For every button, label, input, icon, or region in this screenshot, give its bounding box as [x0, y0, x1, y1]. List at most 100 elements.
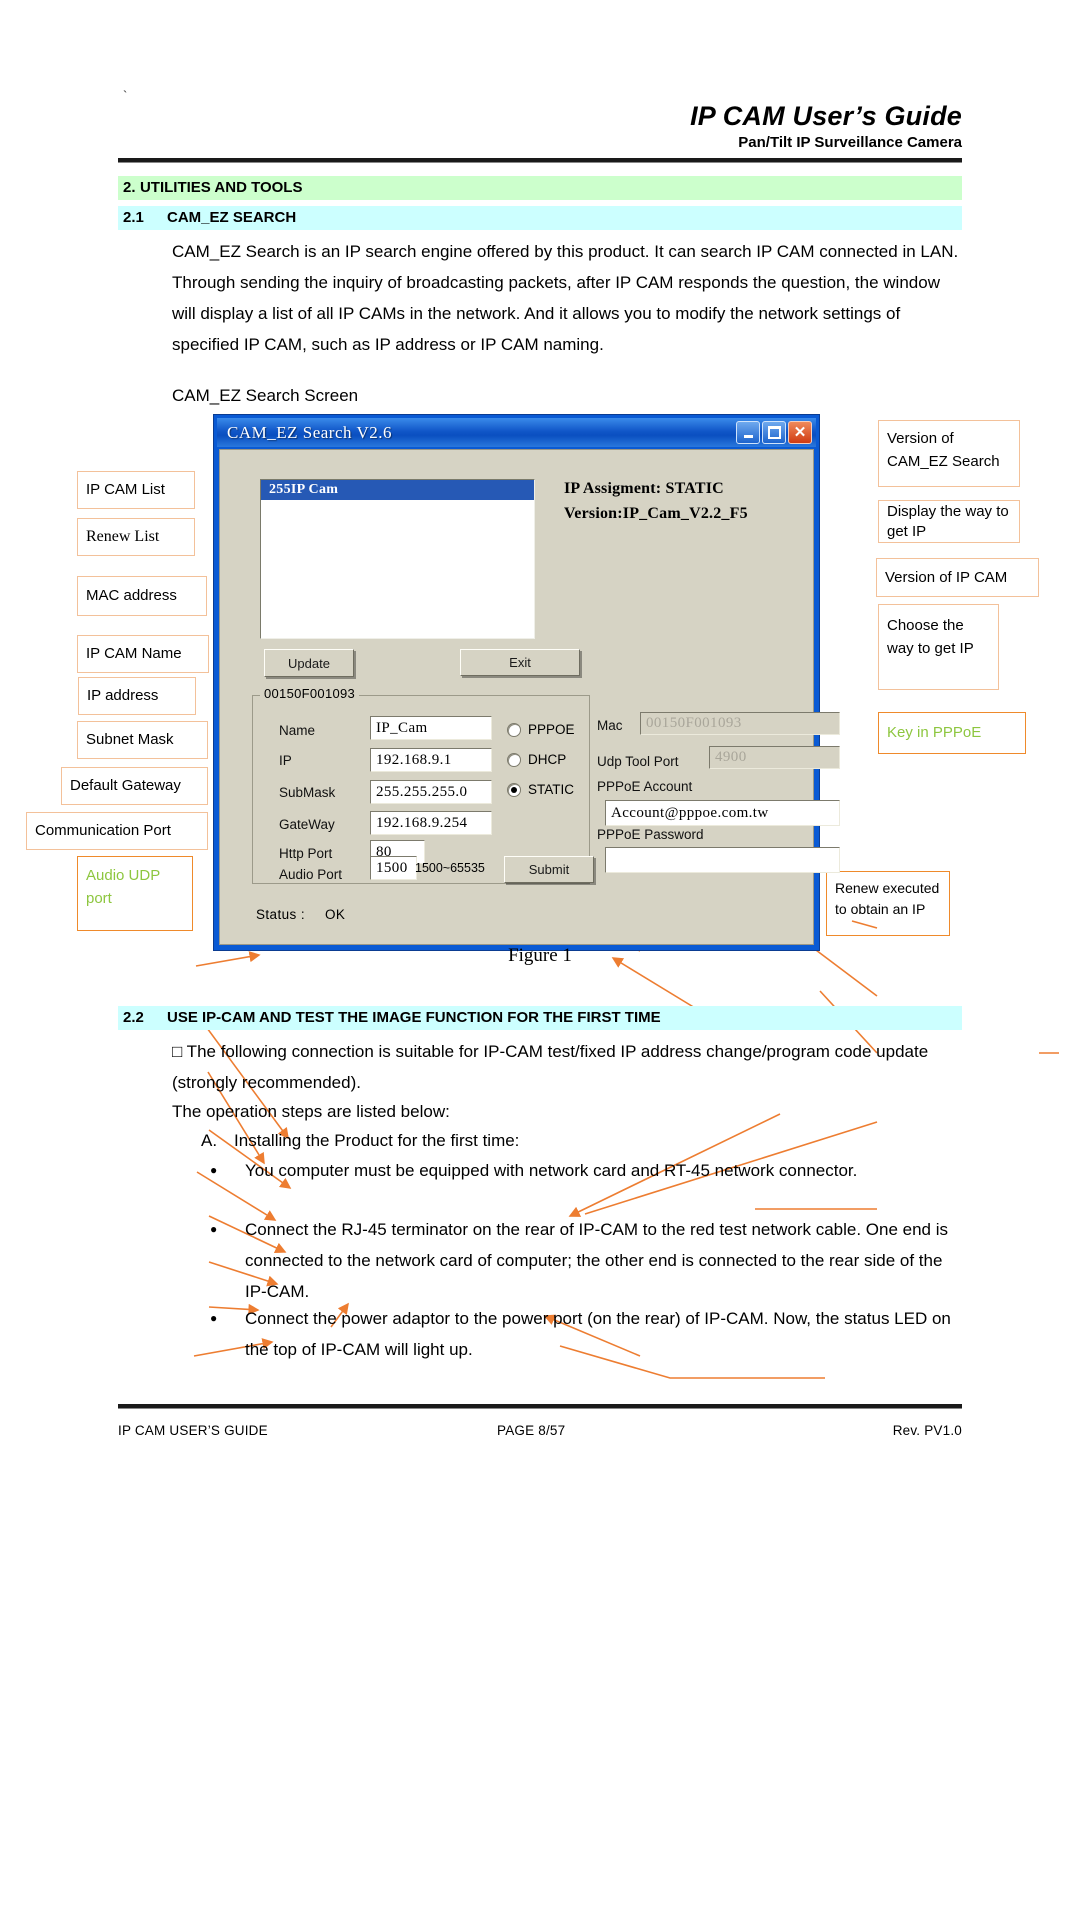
- callout-label: Choose the way to get IP: [887, 617, 974, 657]
- callout-label: IP CAM Name: [86, 645, 182, 663]
- window-client-area: 255IP Cam IP Assigment: STATIC Version:I…: [219, 449, 840, 945]
- callout-choose-way-to-get-ip: Choose the way to get IP: [878, 604, 999, 690]
- name-label: Name: [279, 723, 316, 738]
- section-2-1-title-rest: SEARCH: [232, 209, 297, 226]
- section-heading-2-2: 2.2 USE IP-CAM AND TEST THE IMAGE FUNCTIO…: [118, 1006, 962, 1030]
- groupbox-legend-mac: 00150F001093: [260, 686, 360, 701]
- callout-renew-list: Renew List: [77, 518, 195, 556]
- footer-divider: [118, 1404, 962, 1409]
- callout-ip-cam-list: IP CAM List: [77, 471, 195, 509]
- name-input[interactable]: IP_Cam: [370, 716, 492, 740]
- paragraph-2-2-intro: □ The following connection is suitable f…: [172, 1042, 929, 1092]
- document-title: IP CAM User’s Guide: [690, 101, 962, 131]
- list-item: Connect the power adaptor to the power p…: [210, 1303, 962, 1365]
- callout-subnet-mask: Subnet Mask: [77, 721, 208, 759]
- ip-input[interactable]: 192.168.9.1: [370, 748, 492, 772]
- list-item: You computer must be equipped with netwo…: [210, 1155, 962, 1186]
- section-2-1-title-main: CAM_EZ: [167, 209, 233, 226]
- section-heading-2-1: 2.1 CAM_EZ SEARCH: [118, 206, 962, 230]
- footer-revision: Rev. PV1.0: [892, 1423, 962, 1438]
- http-port-label: Http Port: [279, 846, 333, 861]
- callout-label: Default Gateway: [70, 777, 181, 795]
- intro-paragraph: CAM_EZ Search is an IP search engine off…: [172, 242, 959, 354]
- callout-ip-cam-name: IP CAM Name: [77, 635, 209, 673]
- section-2-1-number: 2.1: [123, 209, 144, 226]
- pppoe-password-input[interactable]: [605, 847, 840, 873]
- radio-dhcp[interactable]: DHCP: [507, 752, 566, 767]
- exit-button[interactable]: Exit: [460, 649, 580, 676]
- radio-pppoe-indicator[interactable]: [507, 722, 521, 737]
- gateway-input[interactable]: 192.168.9.254: [370, 811, 492, 835]
- submask-input[interactable]: 255.255.255.0: [370, 780, 492, 804]
- audio-port-input[interactable]: 1500: [370, 856, 417, 880]
- status-value: OK: [324, 907, 346, 922]
- section-2-2-title-main: USE IP-CAM: [167, 1009, 259, 1026]
- paragraph-step-a: A. Installing the Product for the first …: [201, 1131, 520, 1150]
- gateway-label: GateWay: [279, 817, 335, 832]
- callout-label: MAC address: [86, 587, 177, 605]
- audio-port-range-hint: 1500~65535: [415, 861, 485, 875]
- callout-label: Key in PPPoE: [887, 724, 982, 742]
- radio-static-indicator[interactable]: [507, 782, 521, 797]
- callout-label: Display the way to get IP: [887, 503, 1009, 540]
- callout-label: IP address: [87, 687, 159, 705]
- radio-static[interactable]: STATIC: [507, 782, 574, 797]
- list-item: Connect the RJ-45 terminator on the rear…: [210, 1214, 962, 1307]
- callout-mac-address: MAC address: [77, 576, 207, 616]
- callout-version-of-ip-cam: Version of IP CAM: [876, 558, 1039, 597]
- pppoe-account-label: PPPoE Account: [597, 779, 693, 794]
- submit-button[interactable]: Submit: [504, 856, 594, 883]
- audio-port-label: Audio Port: [279, 867, 343, 882]
- section-heading-2: 2. UTILITIES AND TOOLS: [118, 176, 962, 200]
- udp-tool-port-input: 4900: [709, 746, 840, 769]
- callout-default-gateway: Default Gateway: [61, 767, 208, 805]
- document-subtitle: Pan/Tilt IP Surveillance Camera: [738, 134, 962, 151]
- ip-cam-list[interactable]: 255IP Cam: [260, 479, 535, 639]
- cam-ez-search-window[interactable]: CAM_EZ Search V2.6 ✕ 255IP Cam IP Assigm…: [213, 414, 840, 951]
- radio-dhcp-indicator[interactable]: [507, 752, 521, 767]
- footer-page-number: PAGE 8/57: [497, 1423, 566, 1438]
- pppoe-account-input[interactable]: Account@pppoe.com.tw: [605, 800, 840, 826]
- window-title: CAM_EZ Search V2.6: [227, 422, 392, 442]
- ip-assignment-readout: IP Assigment: STATIC: [564, 480, 724, 497]
- callout-communication-port: Communication Port: [26, 812, 208, 850]
- radio-static-label: STATIC: [528, 782, 574, 797]
- callout-label: Renew List: [86, 527, 160, 545]
- callout-ip-address: IP address: [78, 677, 196, 715]
- maximize-icon[interactable]: [762, 421, 786, 444]
- section-2-2-number: 2.2: [123, 1009, 144, 1026]
- callout-label: Communication Port: [35, 822, 171, 840]
- section-2-2-title-rest: AND TEST THE IMAGE FUNCTION FOR THE FIRS…: [258, 1009, 661, 1026]
- status-line: Status : OK: [256, 907, 345, 922]
- ip-label: IP: [279, 753, 292, 768]
- callout-label: Version of CAM_EZ Search: [887, 430, 1000, 470]
- radio-dhcp-label: DHCP: [528, 752, 567, 767]
- mac-input: 00150F001093: [640, 712, 840, 735]
- callout-audio-udp-port: Audio UDP port: [77, 856, 193, 931]
- status-label: Status :: [256, 907, 305, 922]
- window-titlebar[interactable]: CAM_EZ Search V2.6 ✕: [217, 418, 816, 447]
- firmware-version-readout: Version:IP_Cam_V2.2_F5: [564, 505, 748, 522]
- close-icon[interactable]: ✕: [788, 421, 812, 444]
- callout-label: Audio UDP port: [86, 867, 160, 907]
- footer-left-text: IP CAM USER’S GUIDE: [118, 1423, 268, 1438]
- figure-1-region: IP CAM List Renew List MAC address IP CA…: [0, 400, 1080, 1379]
- update-button[interactable]: Update: [264, 649, 354, 677]
- pppoe-password-label: PPPoE Password: [597, 827, 704, 842]
- mac-label: Mac: [597, 718, 623, 733]
- callout-display-way-to-get-ip: Display the way to get IP: [878, 500, 1020, 543]
- radio-pppoe-label: PPPOE: [528, 722, 575, 737]
- page-tick-mark: `: [123, 88, 128, 103]
- callout-renew-executed-to-obtain-ip: Renew executed to obtain an IP: [826, 871, 950, 936]
- submask-label: SubMask: [279, 785, 336, 800]
- section-2-title: UTILITIES AND TOOLS: [139, 179, 303, 196]
- callout-version-of-cam-ez-search: Version of CAM_EZ Search: [878, 420, 1020, 487]
- callout-label: Version of IP CAM: [885, 568, 1008, 586]
- callout-label: Renew executed to obtain an IP: [835, 880, 940, 917]
- window-buttons: ✕: [736, 421, 812, 444]
- minimize-icon[interactable]: [736, 421, 760, 444]
- callout-key-in-pppoe: Key in PPPoE: [878, 712, 1026, 754]
- radio-pppoe[interactable]: PPPOE: [507, 722, 575, 737]
- callout-label: IP CAM List: [86, 481, 165, 499]
- list-item[interactable]: 255IP Cam: [261, 480, 534, 500]
